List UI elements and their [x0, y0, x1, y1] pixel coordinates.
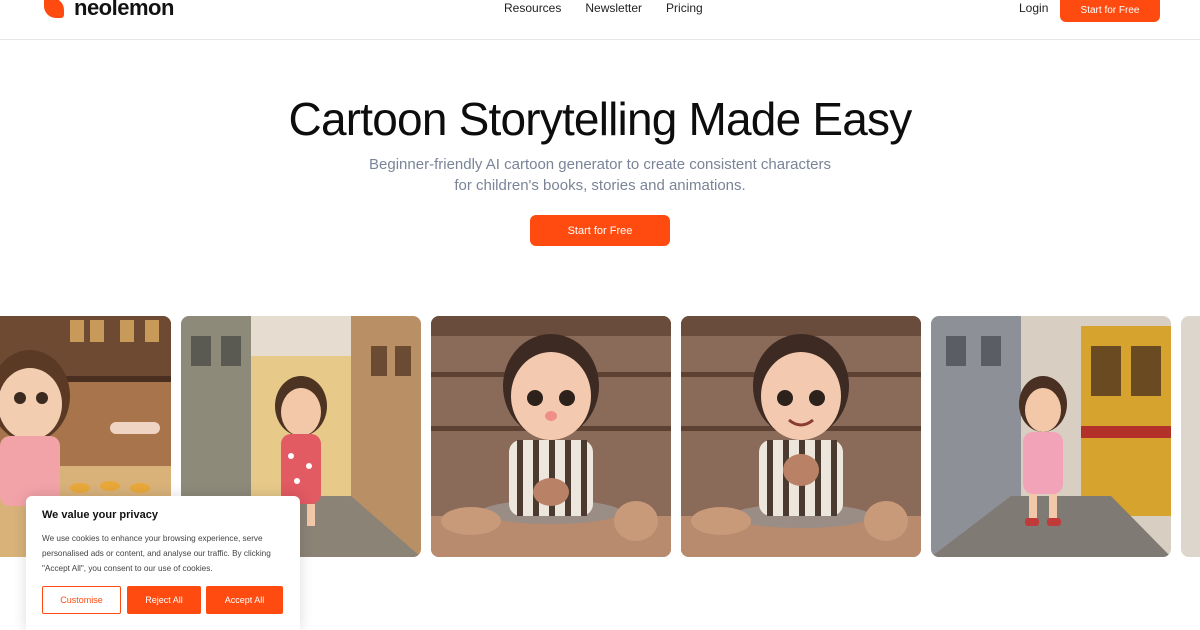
nav-item-pricing[interactable]: Pricing — [666, 1, 703, 15]
nav-item-resources[interactable]: Resources — [504, 1, 561, 15]
cookie-title: We value your privacy — [42, 509, 158, 521]
cookie-description: We use cookies to enhance your browsing … — [42, 534, 271, 573]
brand-name: neolemon — [74, 0, 174, 20]
site-header: neolemon Resources Newsletter Pricing Lo… — [0, 0, 1200, 40]
gallery-image-pottery-2 — [681, 316, 921, 557]
hero-subtitle-line-1: Beginner-friendly AI cartoon generator t… — [369, 156, 831, 173]
hero-title: Cartoon Storytelling Made Easy — [288, 93, 913, 145]
main-nav: Resources Newsletter Pricing — [504, 0, 703, 16]
hero-subtitle: Beginner-friendly AI cartoon generator t… — [300, 154, 900, 196]
gallery-image-pottery-1 — [431, 316, 671, 557]
customise-button[interactable]: Customise — [42, 586, 121, 614]
login-link[interactable]: Login — [1019, 0, 1048, 16]
nav-item-newsletter[interactable]: Newsletter — [585, 1, 642, 15]
accept-all-button[interactable]: Accept All — [206, 586, 283, 614]
gallery-image-partial — [1181, 316, 1200, 557]
reject-all-button[interactable]: Reject All — [127, 586, 201, 614]
gallery-image-tram-street — [931, 316, 1171, 557]
brand-logo[interactable]: neolemon — [44, 0, 174, 20]
lemon-logo-icon — [44, 0, 64, 18]
cookie-consent-banner: We value your privacy We use cookies to … — [26, 496, 300, 630]
hero-start-free-button[interactable]: Start for Free — [530, 215, 670, 246]
hero-subtitle-line-2: for children's books, stories and animat… — [454, 177, 746, 194]
header-start-free-button[interactable]: Start for Free — [1060, 0, 1160, 22]
